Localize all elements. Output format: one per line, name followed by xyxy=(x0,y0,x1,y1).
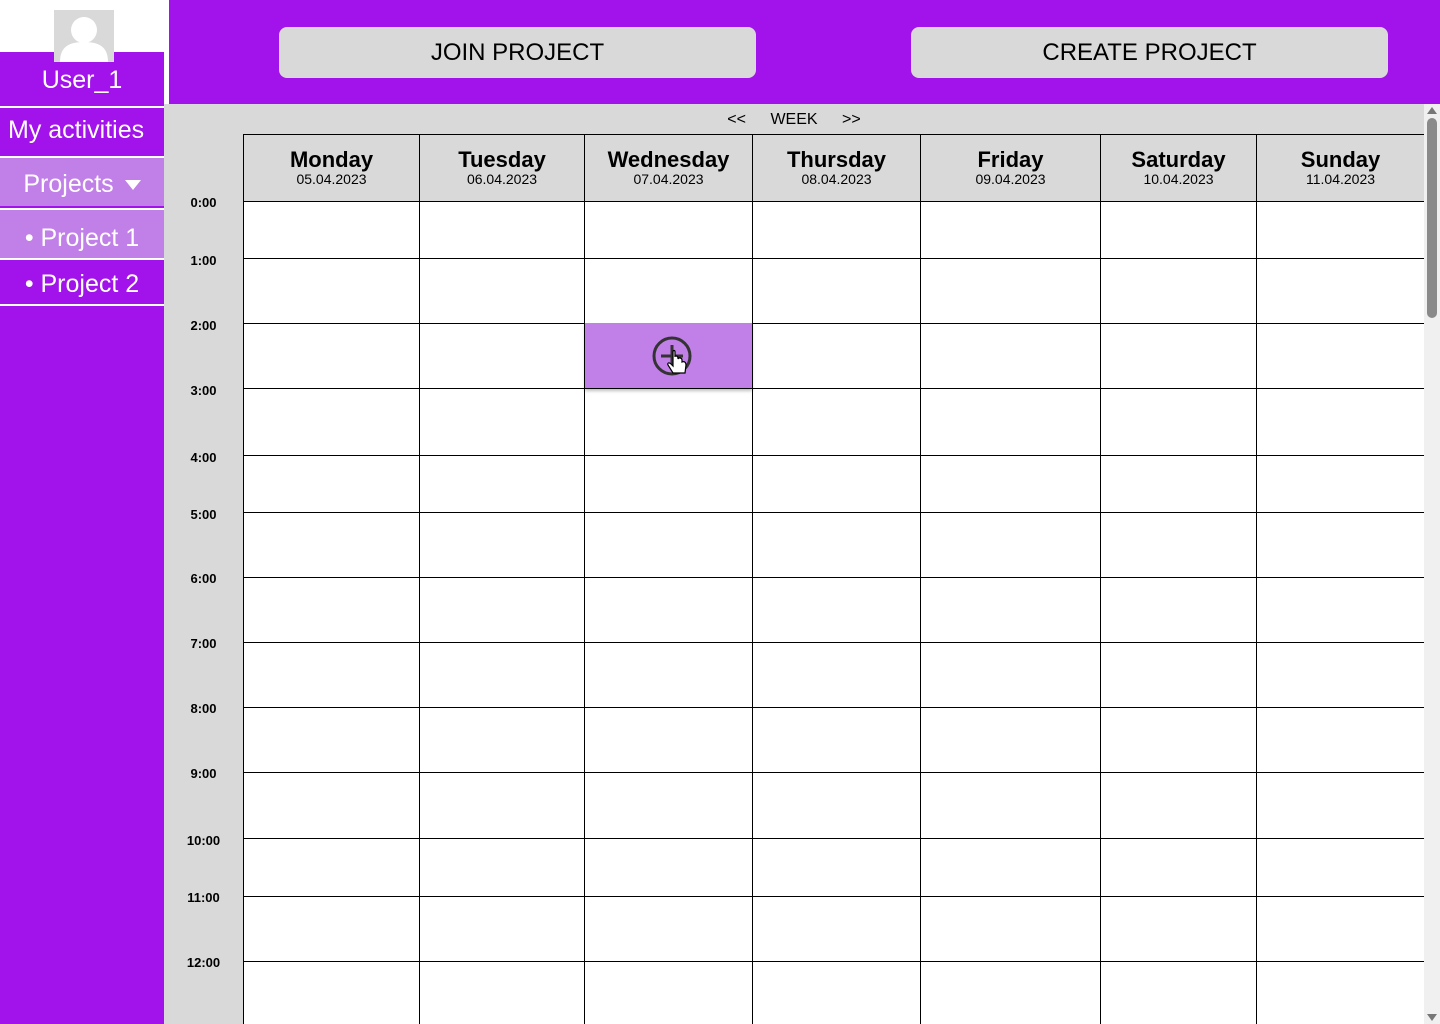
scroll-up-icon[interactable] xyxy=(1427,107,1437,114)
selected-time-slot[interactable] xyxy=(585,323,752,388)
day-name: Saturday xyxy=(1131,147,1226,172)
time-column: 0:00 1:00 2:00 3:00 4:00 5:00 6:00 7:00 … xyxy=(164,104,243,1024)
day-date: 05.04.2023 xyxy=(296,171,367,187)
day-date: 07.04.2023 xyxy=(633,171,704,187)
day-header-wednesday: Wednesday 07.04.2023 xyxy=(585,135,753,202)
time-label: 10:00 xyxy=(186,833,221,848)
day-header-sunday: Sunday 11.04.2023 xyxy=(1257,135,1425,202)
calendar-grid[interactable]: Monday 05.04.2023 Tuesday 06.04.2023 Wed… xyxy=(243,134,1425,1024)
time-label: 11:00 xyxy=(187,890,220,905)
day-date: 08.04.2023 xyxy=(801,171,872,187)
grid-line xyxy=(244,707,1424,708)
grid-line xyxy=(244,772,1424,773)
sidebar-item-project-1[interactable]: • Project 1 xyxy=(0,208,164,258)
grid-line xyxy=(244,258,1424,259)
time-label: 7:00 xyxy=(190,636,217,651)
time-label: 9:00 xyxy=(190,766,217,781)
grid-line xyxy=(244,512,1424,513)
grid-line xyxy=(244,323,1424,324)
create-project-button[interactable]: CREATE PROJECT xyxy=(911,27,1388,78)
grid-line xyxy=(1256,135,1257,1024)
sidebar: User_1 My activities Projects • Project … xyxy=(0,0,164,1024)
grid-line xyxy=(244,838,1424,839)
user-profile: User_1 xyxy=(0,0,164,104)
sidebar-item-project-2[interactable]: • Project 2 xyxy=(0,258,164,306)
time-label: 4:00 xyxy=(190,450,217,465)
time-label: 0:00 xyxy=(190,195,217,210)
week-calendar: << WEEK >> 0:00 1:00 2:00 3:00 4:00 5:00… xyxy=(164,104,1440,1024)
grid-line xyxy=(244,642,1424,643)
grid-line xyxy=(752,135,753,1024)
avatar[interactable] xyxy=(54,10,114,62)
time-label: 5:00 xyxy=(190,507,217,522)
chevron-down-icon xyxy=(124,180,141,191)
day-header-thursday: Thursday 08.04.2023 xyxy=(753,135,921,202)
grid-line xyxy=(244,388,1424,389)
time-label: 12:00 xyxy=(186,955,221,970)
user-icon xyxy=(60,17,108,62)
week-navigation: << WEEK >> xyxy=(164,111,1424,129)
sidebar-item-label: Projects xyxy=(23,170,114,198)
grid-line xyxy=(419,135,420,1024)
add-circle-icon[interactable] xyxy=(651,335,693,377)
next-week-button[interactable]: >> xyxy=(842,111,861,129)
time-label: 8:00 xyxy=(190,701,217,716)
grid-line xyxy=(244,961,1424,962)
header: JOIN PROJECT CREATE PROJECT xyxy=(169,0,1440,104)
username: User_1 xyxy=(41,66,123,94)
previous-week-button[interactable]: << xyxy=(727,111,746,129)
time-label: 1:00 xyxy=(190,253,217,268)
grid-line xyxy=(244,896,1424,897)
day-name: Monday xyxy=(289,147,374,172)
scroll-thumb[interactable] xyxy=(1427,118,1437,318)
day-header-saturday: Saturday 10.04.2023 xyxy=(1101,135,1257,202)
day-date: 10.04.2023 xyxy=(1143,171,1214,187)
time-label: 6:00 xyxy=(190,571,217,586)
grid-line xyxy=(1100,135,1101,1024)
day-header-friday: Friday 09.04.2023 xyxy=(921,135,1101,202)
grid-line xyxy=(920,135,921,1024)
day-name: Wednesday xyxy=(607,147,730,172)
grid-line xyxy=(244,577,1424,578)
time-label: 2:00 xyxy=(190,318,217,333)
day-name: Sunday xyxy=(1300,147,1381,172)
day-date: 11.04.2023 xyxy=(1305,171,1376,187)
hand-cursor-icon xyxy=(667,349,687,374)
sidebar-item-projects[interactable]: Projects xyxy=(0,156,164,206)
day-header-monday: Monday 05.04.2023 xyxy=(244,135,420,202)
grid-line xyxy=(244,455,1424,456)
day-date: 06.04.2023 xyxy=(466,171,538,187)
day-header-tuesday: Tuesday 06.04.2023 xyxy=(420,135,585,202)
day-date: 09.04.2023 xyxy=(975,171,1046,187)
week-label: WEEK xyxy=(770,111,818,128)
day-name: Tuesday xyxy=(458,147,546,172)
day-name: Friday xyxy=(977,147,1044,172)
scroll-down-icon[interactable] xyxy=(1427,1014,1437,1021)
vertical-scrollbar[interactable] xyxy=(1424,104,1440,1024)
day-name: Thursday xyxy=(786,147,887,172)
sidebar-item-my-activities[interactable]: My activities xyxy=(0,106,164,154)
join-project-button[interactable]: JOIN PROJECT xyxy=(279,27,756,78)
grid-line xyxy=(584,135,585,1024)
time-label: 3:00 xyxy=(190,383,217,398)
